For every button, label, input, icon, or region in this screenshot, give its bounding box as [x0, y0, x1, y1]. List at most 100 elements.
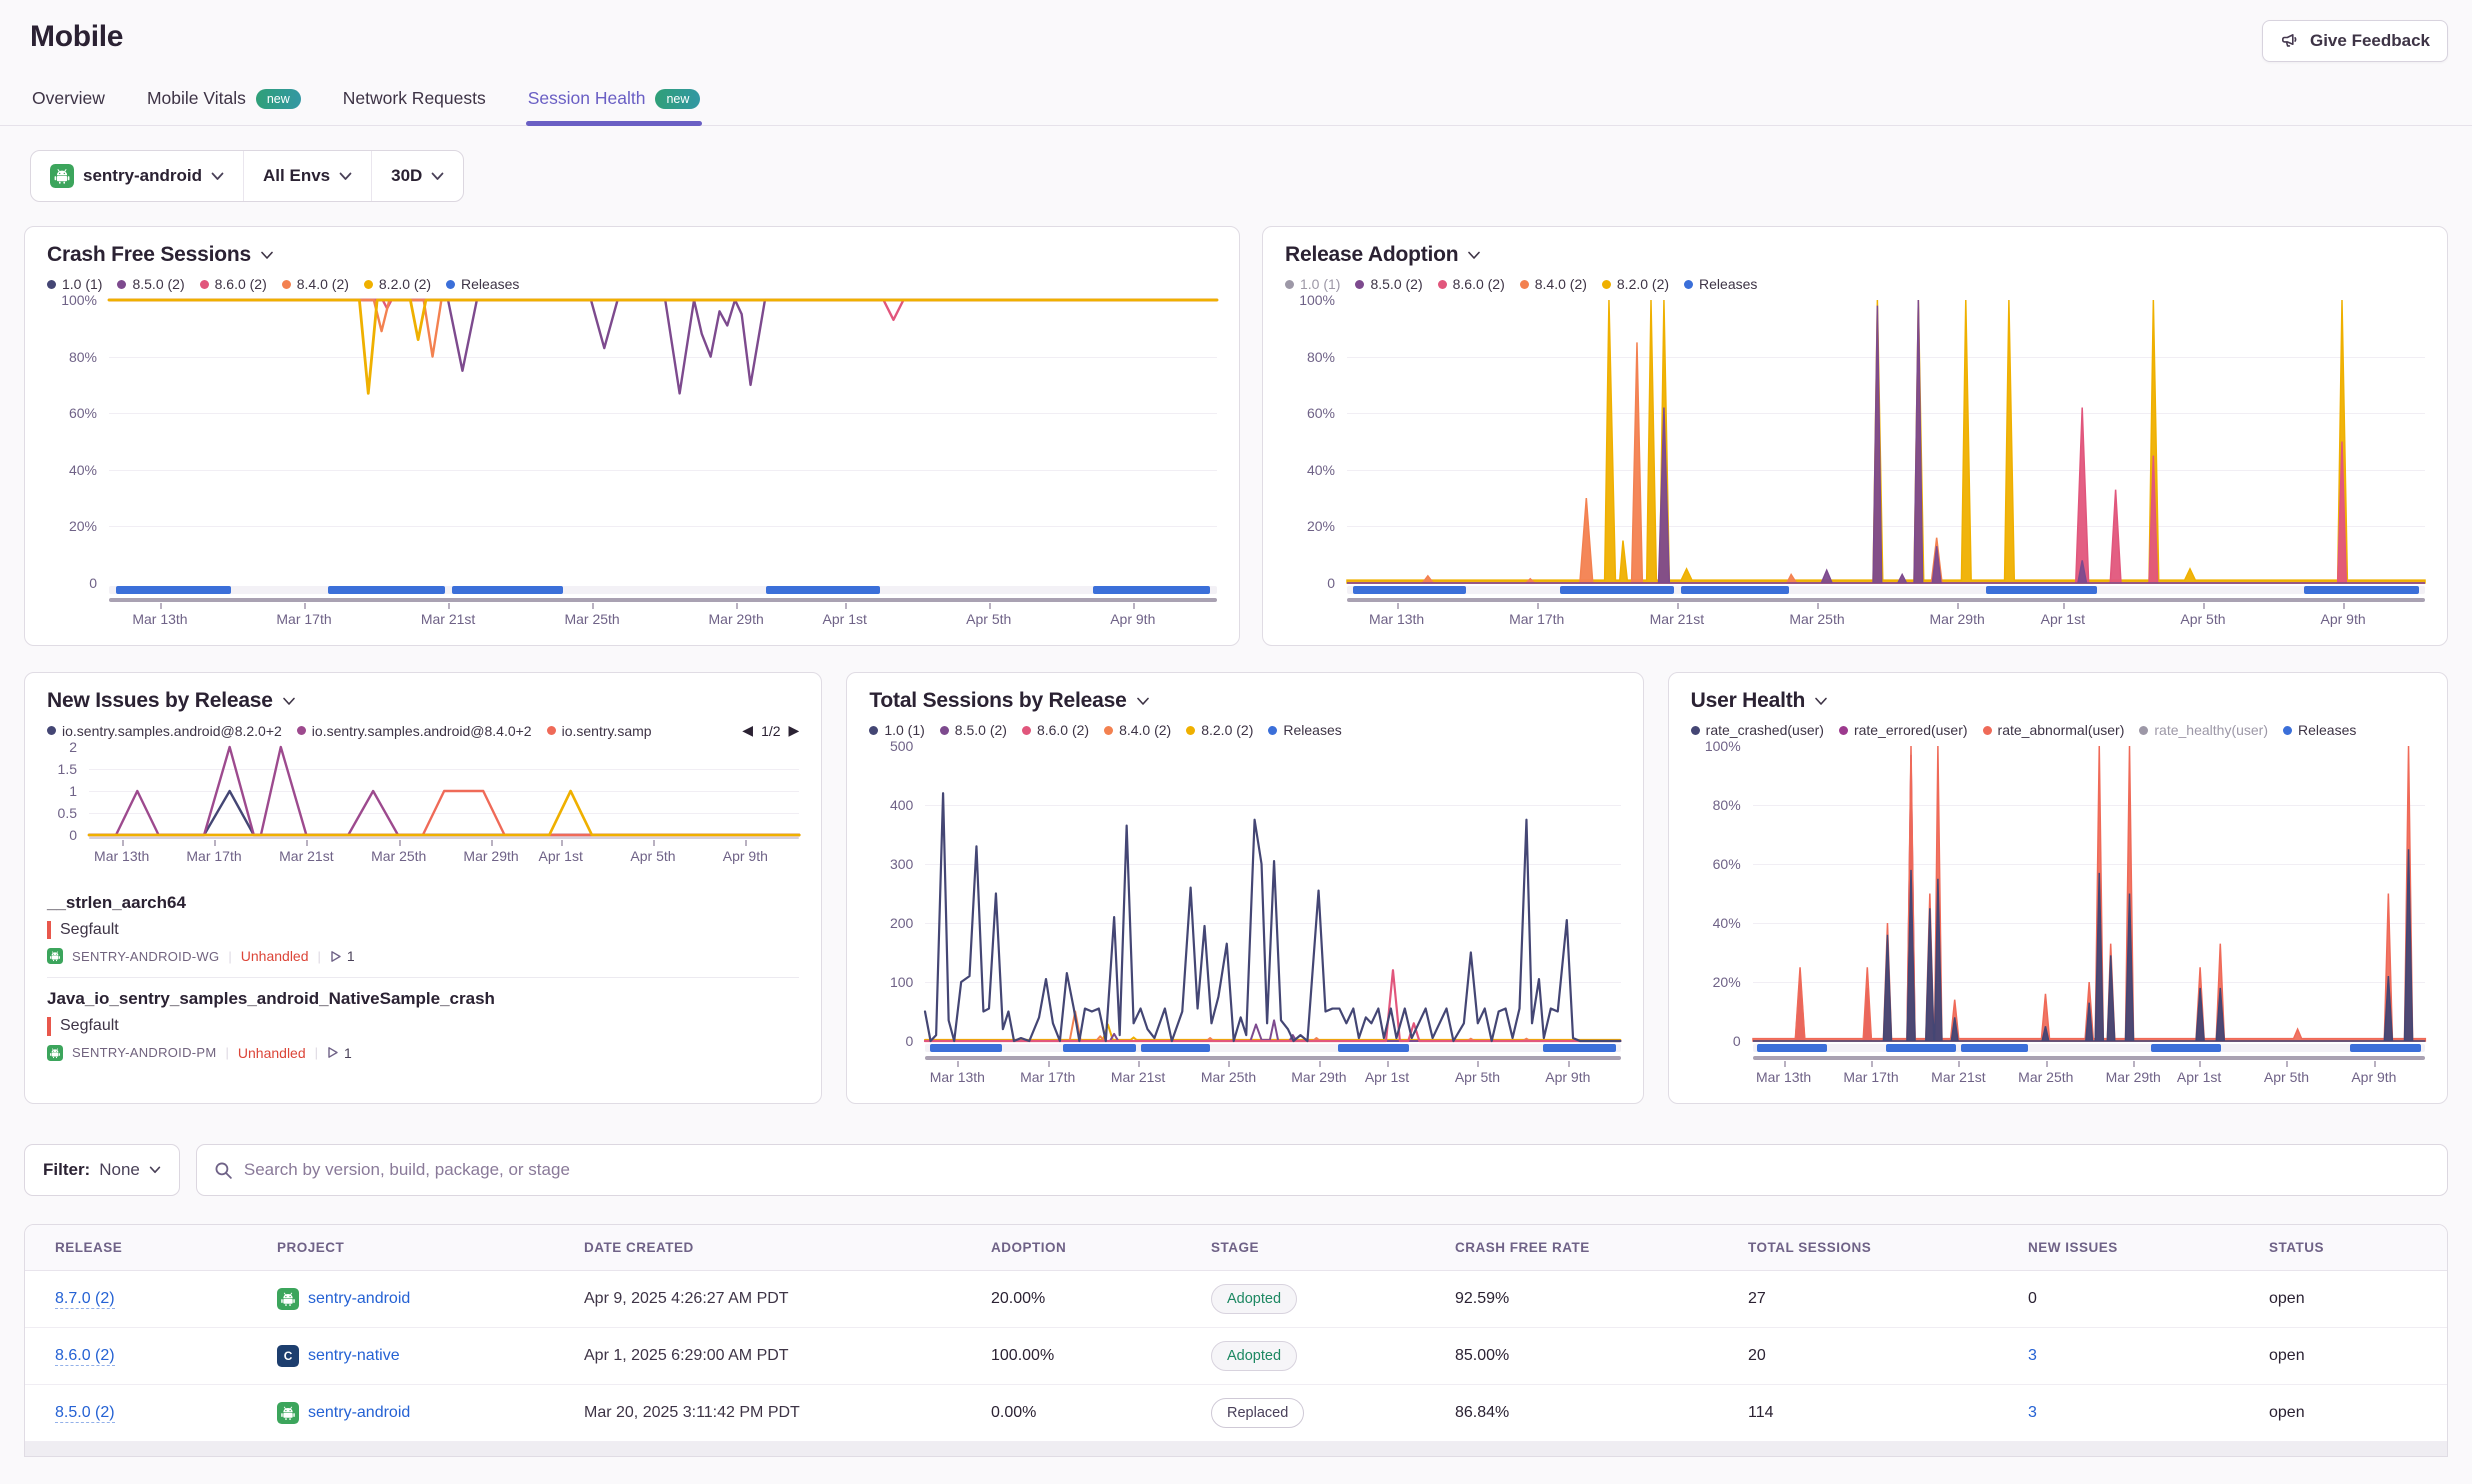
legend-item[interactable]: 1.0 (1): [1285, 276, 1340, 292]
legend-item[interactable]: rate_healthy(user): [2139, 722, 2268, 738]
release-segment[interactable]: [2151, 1044, 2220, 1052]
release-segment[interactable]: [1757, 1044, 1827, 1052]
legend-item[interactable]: rate_crashed(user): [1691, 722, 1824, 738]
release-segment[interactable]: [1886, 1044, 1957, 1052]
legend-item[interactable]: 8.6.0 (2): [1438, 276, 1505, 292]
filter-dropdown-button[interactable]: Filter: None: [24, 1144, 180, 1196]
column-header-stage[interactable]: STAGE: [1211, 1240, 1455, 1255]
tab-network-requests[interactable]: Network Requests: [341, 84, 488, 125]
release-segment[interactable]: [2304, 586, 2418, 594]
project-selector[interactable]: sentry-android: [31, 151, 243, 201]
search-box: [196, 1144, 2448, 1196]
project-link[interactable]: sentry-android: [277, 1402, 584, 1424]
release-adoption-panel: Release Adoption 1.0 (1) 8.5.0 (2) 8.6.0 (…: [1262, 226, 2448, 646]
issue-title[interactable]: __strlen_aarch64: [47, 893, 799, 913]
release-link[interactable]: 8.5.0 (2): [55, 1404, 115, 1423]
column-header-total-sessions[interactable]: TOTAL SESSIONS: [1748, 1240, 2028, 1255]
legend-item[interactable]: 8.6.0 (2): [200, 276, 267, 292]
issue-title[interactable]: Java_io_sentry_samples_android_NativeSam…: [47, 989, 799, 1009]
crash-free-sessions-title-dropdown[interactable]: Crash Free Sessions: [47, 243, 1217, 267]
user-health-title-dropdown[interactable]: User Health: [1691, 689, 2425, 713]
tab-mobile-vitals[interactable]: Mobile Vitalsnew: [145, 84, 303, 125]
plot-area[interactable]: [1347, 300, 2425, 583]
date-range-selector[interactable]: 30D: [371, 151, 463, 201]
release-segment[interactable]: [116, 586, 231, 594]
release-segment[interactable]: [1338, 1044, 1410, 1052]
release-segment[interactable]: [2350, 1044, 2421, 1052]
column-header-project[interactable]: PROJECT: [277, 1240, 584, 1255]
column-header-crash-free-rate[interactable]: CRASH FREE RATE: [1455, 1240, 1748, 1255]
legend-item[interactable]: io.sentry.samp: [547, 723, 652, 739]
legend-item[interactable]: 8.4.0 (2): [282, 276, 349, 292]
tab-session-health[interactable]: Session Healthnew: [526, 84, 703, 125]
legend-next-icon[interactable]: ▶: [789, 722, 800, 739]
project-link[interactable]: sentry-android: [277, 1288, 584, 1310]
legend-item[interactable]: rate_abnormal(user): [1983, 722, 2125, 738]
environment-selector[interactable]: All Envs: [243, 151, 371, 201]
plot-area[interactable]: [925, 746, 1620, 1041]
column-header-date-created[interactable]: DATE CREATED: [584, 1240, 991, 1255]
legend-item[interactable]: Releases: [1268, 722, 1341, 738]
column-header-release[interactable]: RELEASE: [55, 1240, 277, 1255]
x-axis-line[interactable]: [109, 598, 1217, 602]
new-issues-cell[interactable]: 3: [2028, 1347, 2269, 1365]
release-link[interactable]: 8.6.0 (2): [55, 1347, 115, 1366]
release-segment[interactable]: [930, 1044, 1002, 1052]
release-segment[interactable]: [1961, 1044, 2028, 1052]
y-tick-label: 0.5: [58, 805, 77, 821]
release-segment[interactable]: [1986, 586, 2097, 594]
x-axis-labels: Mar 13thMar 17thMar 21stMar 25thMar 29th…: [89, 848, 799, 870]
legend-label: Releases: [1699, 276, 1757, 292]
column-header-new-issues[interactable]: NEW ISSUES: [2028, 1240, 2269, 1255]
legend-item[interactable]: 1.0 (1): [47, 276, 102, 292]
legend-item[interactable]: 8.5.0 (2): [940, 722, 1007, 738]
release-segment[interactable]: [1681, 586, 1789, 594]
legend-item[interactable]: 8.2.0 (2): [364, 276, 431, 292]
legend-item[interactable]: 1.0 (1): [869, 722, 924, 738]
search-input[interactable]: [244, 1160, 2430, 1180]
release-segment[interactable]: [452, 586, 563, 594]
release-segment[interactable]: [766, 586, 880, 594]
legend-item[interactable]: 8.5.0 (2): [1355, 276, 1422, 292]
legend-item[interactable]: Releases: [1684, 276, 1757, 292]
legend-item[interactable]: 8.4.0 (2): [1520, 276, 1587, 292]
release-segment[interactable]: [1141, 1044, 1211, 1052]
legend-item[interactable]: 8.5.0 (2): [117, 276, 184, 292]
status-cell: open: [2269, 1347, 2417, 1365]
release-segment[interactable]: [1063, 1044, 1136, 1052]
release-segment[interactable]: [328, 586, 444, 594]
new-issues-title-dropdown[interactable]: New Issues by Release: [47, 689, 799, 713]
tab-overview[interactable]: Overview: [30, 84, 107, 125]
total-sessions-title-dropdown[interactable]: Total Sessions by Release: [869, 689, 1620, 713]
legend-item[interactable]: rate_errored(user): [1839, 722, 1968, 738]
legend-item[interactable]: io.sentry.samples.android@8.4.0+2: [297, 723, 532, 739]
column-header-adoption[interactable]: ADOPTION: [991, 1240, 1211, 1255]
date-created-cell: Apr 9, 2025 4:26:27 AM PDT: [584, 1290, 991, 1308]
legend-prev-icon[interactable]: ◀: [742, 722, 753, 739]
legend-item[interactable]: 8.6.0 (2): [1022, 722, 1089, 738]
legend-label: io.sentry.samples.android@8.2.0+2: [62, 723, 282, 739]
release-segment[interactable]: [1353, 586, 1465, 594]
legend-item[interactable]: 8.2.0 (2): [1602, 276, 1669, 292]
plot-area[interactable]: [1753, 746, 2425, 1041]
release-segment[interactable]: [1093, 586, 1210, 594]
plot-area[interactable]: [89, 747, 799, 835]
release-segment[interactable]: [1560, 586, 1673, 594]
x-axis-line[interactable]: [1753, 1056, 2425, 1060]
new-issues-cell[interactable]: 3: [2028, 1404, 2269, 1422]
project-link[interactable]: C sentry-native: [277, 1345, 584, 1367]
column-header-status[interactable]: STATUS: [2269, 1240, 2417, 1255]
legend-item[interactable]: 8.4.0 (2): [1104, 722, 1171, 738]
plot-area[interactable]: [109, 300, 1217, 583]
give-feedback-button[interactable]: Give Feedback: [2262, 20, 2448, 62]
x-axis-line[interactable]: [925, 1056, 1620, 1060]
release-link[interactable]: 8.7.0 (2): [55, 1290, 115, 1309]
legend-item[interactable]: Releases: [2283, 722, 2356, 738]
release-adoption-title-dropdown[interactable]: Release Adoption: [1285, 243, 2425, 267]
x-tick: [1871, 1061, 1873, 1067]
legend-item[interactable]: 8.2.0 (2): [1186, 722, 1253, 738]
release-segment[interactable]: [1543, 1044, 1617, 1052]
legend-item[interactable]: Releases: [446, 276, 519, 292]
legend-item[interactable]: io.sentry.samples.android@8.2.0+2: [47, 723, 282, 739]
x-axis-line[interactable]: [1347, 598, 2425, 602]
